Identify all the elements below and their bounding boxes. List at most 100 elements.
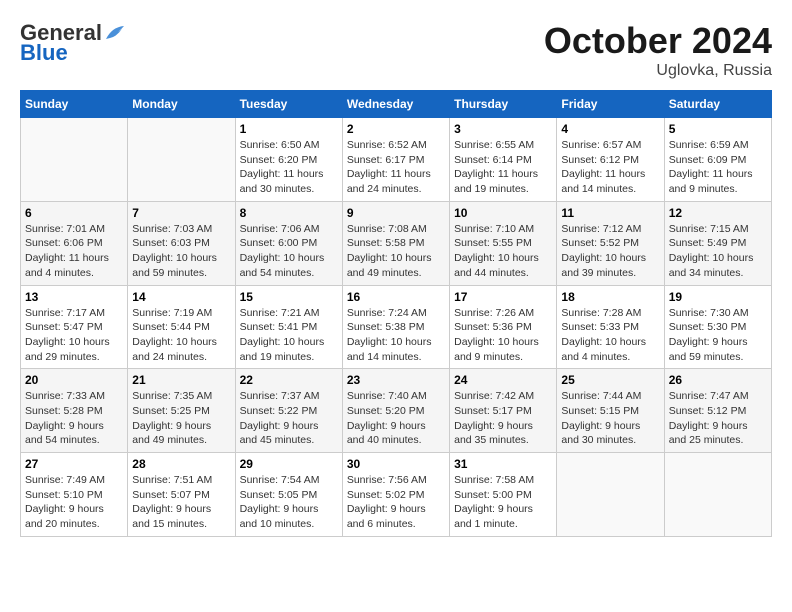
day-info: Sunrise: 7:19 AMSunset: 5:44 PMDaylight:… — [132, 306, 230, 365]
calendar-cell — [664, 453, 771, 537]
day-number: 7 — [132, 206, 230, 220]
day-info: Sunrise: 7:24 AMSunset: 5:38 PMDaylight:… — [347, 306, 445, 365]
day-info: Sunrise: 7:08 AMSunset: 5:58 PMDaylight:… — [347, 222, 445, 281]
header-wednesday: Wednesday — [342, 91, 449, 118]
day-number: 31 — [454, 457, 552, 471]
calendar-cell: 27 Sunrise: 7:49 AMSunset: 5:10 PMDayligh… — [21, 453, 128, 537]
page-title: October 2024 — [544, 20, 772, 62]
day-number: 18 — [561, 290, 659, 304]
logo-blue: Blue — [20, 40, 68, 66]
day-number: 3 — [454, 122, 552, 136]
day-number: 30 — [347, 457, 445, 471]
day-info: Sunrise: 7:42 AMSunset: 5:17 PMDaylight:… — [454, 389, 552, 448]
week-row-5: 27 Sunrise: 7:49 AMSunset: 5:10 PMDayligh… — [21, 453, 772, 537]
day-number: 14 — [132, 290, 230, 304]
day-number: 8 — [240, 206, 338, 220]
calendar-table: SundayMondayTuesdayWednesdayThursdayFrid… — [20, 90, 772, 537]
calendar-cell — [21, 118, 128, 202]
day-info: Sunrise: 7:44 AMSunset: 5:15 PMDaylight:… — [561, 389, 659, 448]
day-number: 26 — [669, 373, 767, 387]
calendar-cell: 10 Sunrise: 7:10 AMSunset: 5:55 PMDayligh… — [450, 201, 557, 285]
day-info: Sunrise: 7:28 AMSunset: 5:33 PMDaylight:… — [561, 306, 659, 365]
calendar-cell: 5 Sunrise: 6:59 AMSunset: 6:09 PMDaylight… — [664, 118, 771, 202]
calendar-cell — [128, 118, 235, 202]
calendar-cell: 17 Sunrise: 7:26 AMSunset: 5:36 PMDayligh… — [450, 285, 557, 369]
day-info: Sunrise: 7:17 AMSunset: 5:47 PMDaylight:… — [25, 306, 123, 365]
calendar-cell: 11 Sunrise: 7:12 AMSunset: 5:52 PMDayligh… — [557, 201, 664, 285]
day-number: 20 — [25, 373, 123, 387]
calendar-cell: 18 Sunrise: 7:28 AMSunset: 5:33 PMDayligh… — [557, 285, 664, 369]
day-number: 6 — [25, 206, 123, 220]
calendar-cell: 24 Sunrise: 7:42 AMSunset: 5:17 PMDayligh… — [450, 369, 557, 453]
calendar-cell: 23Sunrise: 7:40 AMSunset: 5:20 PMDayligh… — [342, 369, 449, 453]
day-info: Sunrise: 6:52 AMSunset: 6:17 PMDaylight:… — [347, 138, 445, 197]
day-number: 19 — [669, 290, 767, 304]
page-subtitle: Uglovka, Russia — [544, 62, 772, 80]
day-info: Sunrise: 7:03 AMSunset: 6:03 PMDaylight:… — [132, 222, 230, 281]
day-number: 16 — [347, 290, 445, 304]
calendar-cell: 21 Sunrise: 7:35 AMSunset: 5:25 PMDayligh… — [128, 369, 235, 453]
calendar-cell: 2Sunrise: 6:52 AMSunset: 6:17 PMDaylight… — [342, 118, 449, 202]
day-info: Sunrise: 7:06 AMSunset: 6:00 PMDaylight:… — [240, 222, 338, 281]
day-number: 17 — [454, 290, 552, 304]
day-info: Sunrise: 7:10 AMSunset: 5:55 PMDaylight:… — [454, 222, 552, 281]
day-info: Sunrise: 7:15 AMSunset: 5:49 PMDaylight:… — [669, 222, 767, 281]
title-block: October 2024 Uglovka, Russia — [544, 20, 772, 80]
calendar-cell: 8 Sunrise: 7:06 AMSunset: 6:00 PMDaylight… — [235, 201, 342, 285]
calendar-cell: 12 Sunrise: 7:15 AMSunset: 5:49 PMDayligh… — [664, 201, 771, 285]
day-number: 27 — [25, 457, 123, 471]
day-number: 25 — [561, 373, 659, 387]
day-number: 24 — [454, 373, 552, 387]
day-info: Sunrise: 7:49 AMSunset: 5:10 PMDaylight:… — [25, 473, 123, 532]
day-number: 5 — [669, 122, 767, 136]
calendar-cell — [557, 453, 664, 537]
day-info: Sunrise: 7:26 AMSunset: 5:36 PMDaylight:… — [454, 306, 552, 365]
calendar-cell: 19Sunrise: 7:30 AMSunset: 5:30 PMDayligh… — [664, 285, 771, 369]
day-number: 29 — [240, 457, 338, 471]
calendar-cell: 6 Sunrise: 7:01 AMSunset: 6:06 PMDaylight… — [21, 201, 128, 285]
calendar-cell: 3 Sunrise: 6:55 AMSunset: 6:14 PMDaylight… — [450, 118, 557, 202]
day-number: 22 — [240, 373, 338, 387]
day-info: Sunrise: 7:35 AMSunset: 5:25 PMDaylight:… — [132, 389, 230, 448]
header-thursday: Thursday — [450, 91, 557, 118]
calendar-cell: 7 Sunrise: 7:03 AMSunset: 6:03 PMDaylight… — [128, 201, 235, 285]
calendar-cell: 26 Sunrise: 7:47 AMSunset: 5:12 PMDayligh… — [664, 369, 771, 453]
calendar-cell: 25 Sunrise: 7:44 AMSunset: 5:15 PMDayligh… — [557, 369, 664, 453]
calendar-cell: 28 Sunrise: 7:51 AMSunset: 5:07 PMDayligh… — [128, 453, 235, 537]
calendar-cell: 1Sunrise: 6:50 AMSunset: 6:20 PMDaylight… — [235, 118, 342, 202]
week-row-2: 6 Sunrise: 7:01 AMSunset: 6:06 PMDaylight… — [21, 201, 772, 285]
day-info: Sunrise: 7:56 AMSunset: 5:02 PMDaylight:… — [347, 473, 445, 532]
day-info: Sunrise: 7:47 AMSunset: 5:12 PMDaylight:… — [669, 389, 767, 448]
day-info: Sunrise: 7:21 AMSunset: 5:41 PMDaylight:… — [240, 306, 338, 365]
page-header: General Blue October 2024 Uglovka, Russi… — [20, 20, 772, 80]
day-info: Sunrise: 6:59 AMSunset: 6:09 PMDaylight:… — [669, 138, 767, 197]
calendar-cell: 20 Sunrise: 7:33 AMSunset: 5:28 PMDayligh… — [21, 369, 128, 453]
week-row-1: 1Sunrise: 6:50 AMSunset: 6:20 PMDaylight… — [21, 118, 772, 202]
calendar-cell: 30 Sunrise: 7:56 AMSunset: 5:02 PMDayligh… — [342, 453, 449, 537]
day-number: 21 — [132, 373, 230, 387]
day-number: 10 — [454, 206, 552, 220]
calendar-cell: 16 Sunrise: 7:24 AMSunset: 5:38 PMDayligh… — [342, 285, 449, 369]
day-info: Sunrise: 7:54 AMSunset: 5:05 PMDaylight:… — [240, 473, 338, 532]
day-info: Sunrise: 6:55 AMSunset: 6:14 PMDaylight:… — [454, 138, 552, 197]
day-info: Sunrise: 7:51 AMSunset: 5:07 PMDaylight:… — [132, 473, 230, 532]
calendar-header-row: SundayMondayTuesdayWednesdayThursdayFrid… — [21, 91, 772, 118]
header-friday: Friday — [557, 91, 664, 118]
calendar-cell: 4Sunrise: 6:57 AMSunset: 6:12 PMDaylight… — [557, 118, 664, 202]
day-info: Sunrise: 7:01 AMSunset: 6:06 PMDaylight:… — [25, 222, 123, 281]
day-number: 28 — [132, 457, 230, 471]
day-number: 9 — [347, 206, 445, 220]
calendar-cell: 29 Sunrise: 7:54 AMSunset: 5:05 PMDayligh… — [235, 453, 342, 537]
header-sunday: Sunday — [21, 91, 128, 118]
calendar-cell: 14 Sunrise: 7:19 AMSunset: 5:44 PMDayligh… — [128, 285, 235, 369]
header-monday: Monday — [128, 91, 235, 118]
day-info: Sunrise: 7:12 AMSunset: 5:52 PMDaylight:… — [561, 222, 659, 281]
day-number: 13 — [25, 290, 123, 304]
day-info: Sunrise: 7:37 AMSunset: 5:22 PMDaylight:… — [240, 389, 338, 448]
calendar-cell: 13 Sunrise: 7:17 AMSunset: 5:47 PMDayligh… — [21, 285, 128, 369]
day-info: Sunrise: 7:33 AMSunset: 5:28 PMDaylight:… — [25, 389, 123, 448]
day-number: 11 — [561, 206, 659, 220]
day-number: 1 — [240, 122, 338, 136]
day-number: 12 — [669, 206, 767, 220]
logo: General Blue — [20, 20, 126, 66]
